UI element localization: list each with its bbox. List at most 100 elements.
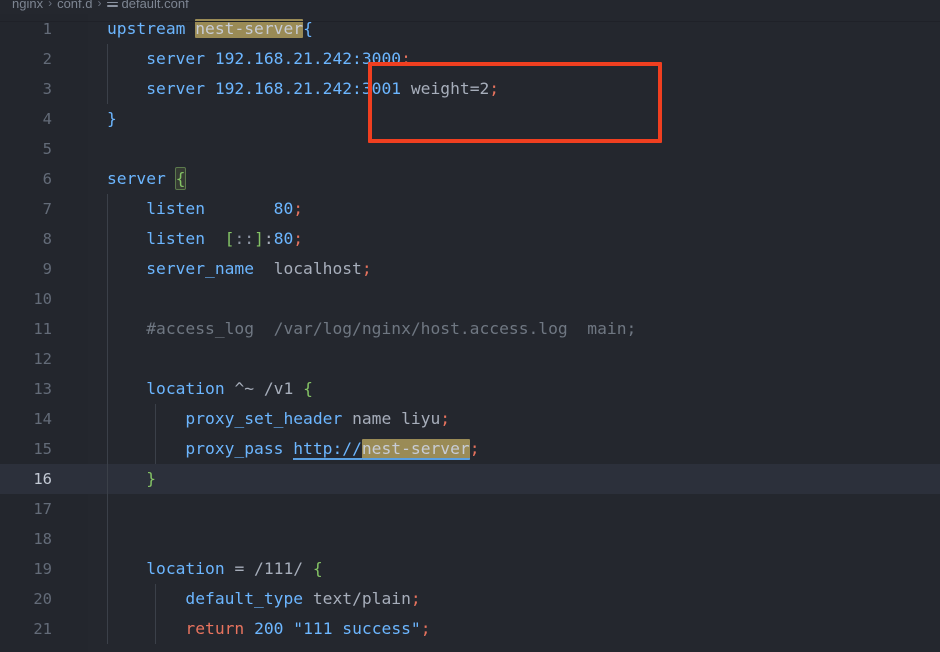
- line-number: 6: [42, 170, 52, 188]
- code-text[interactable]: server 192.168.21.242:3000;: [107, 44, 411, 74]
- line-number: 15: [33, 440, 52, 458]
- code-token: ;: [410, 589, 421, 608]
- line-number: 10: [33, 290, 52, 308]
- line-number: 12: [33, 350, 52, 368]
- code-line[interactable]: 6 server {: [0, 164, 940, 194]
- code-token: location: [107, 379, 235, 398]
- code-text[interactable]: server {: [107, 164, 187, 194]
- breadcrumb-item-nginx[interactable]: nginx: [12, 0, 43, 11]
- code-link[interactable]: http://: [293, 439, 362, 460]
- code-line[interactable]: 7 listen 80;: [0, 194, 940, 224]
- code-token: localhost: [273, 259, 362, 278]
- code-token: }: [107, 469, 157, 488]
- code-line[interactable]: 10: [0, 284, 940, 314]
- code-token: weight=2: [410, 79, 490, 98]
- line-number: 9: [42, 260, 52, 278]
- code-line[interactable]: 19 location = /111/ {: [0, 554, 940, 584]
- code-text[interactable]: }: [107, 104, 117, 134]
- code-line[interactable]: 13 location ^~ /v1 {: [0, 374, 940, 404]
- code-token: ;: [440, 409, 451, 428]
- code-token: 80: [273, 199, 294, 218]
- code-token: server 192.168.21.242:3001: [107, 79, 411, 98]
- code-token: name liyu: [352, 409, 441, 428]
- code-token: =: [234, 559, 255, 578]
- code-line[interactable]: 4}: [0, 104, 940, 134]
- breadcrumb-item-confd[interactable]: conf.d: [57, 0, 92, 11]
- code-line[interactable]: 17: [0, 494, 940, 524]
- code-text[interactable]: proxy_set_header name liyu;: [107, 404, 450, 434]
- code-line[interactable]: 2 server 192.168.21.242:3000;: [0, 44, 940, 74]
- code-line[interactable]: 18: [0, 524, 940, 554]
- code-line[interactable]: 14 proxy_set_header name liyu;: [0, 404, 940, 434]
- code-text[interactable]: location ^~ /v1 {: [107, 374, 313, 404]
- breadcrumb-divider: [0, 21, 940, 22]
- code-text[interactable]: #access_log /var/log/nginx/host.access.l…: [107, 314, 636, 344]
- code-text[interactable]: proxy_pass http://nest-server;: [107, 434, 480, 464]
- code-token: proxy_set_header: [107, 409, 353, 428]
- code-token: }: [107, 109, 117, 128]
- code-token: return: [185, 619, 245, 638]
- code-token: /111/: [254, 559, 313, 578]
- code-line[interactable]: 9 server_name localhost;: [0, 254, 940, 284]
- code-token: proxy_pass: [107, 439, 294, 458]
- code-token: listen: [107, 229, 225, 248]
- code-line[interactable]: 3 server 192.168.21.242:3001 weight=2;: [0, 74, 940, 104]
- code-token: server_name: [107, 259, 274, 278]
- indent-guide: [107, 494, 108, 524]
- code-text[interactable]: upstream nest-server{: [107, 14, 313, 44]
- line-number: 21: [33, 620, 52, 638]
- code-token: :: [263, 229, 274, 248]
- breadcrumb-separator: ›: [48, 0, 53, 10]
- line-number: 8: [42, 230, 52, 248]
- indent-guide: [107, 344, 108, 374]
- code-text[interactable]: return 200 "111 success";: [107, 614, 431, 644]
- line-number: 11: [33, 320, 52, 338]
- code-text[interactable]: listen [::]:80;: [107, 224, 303, 254]
- breadcrumb[interactable]: nginx › conf.d › default.conf: [0, 0, 940, 14]
- code-token: ::: [234, 229, 255, 248]
- code-text[interactable]: }: [107, 464, 156, 494]
- code-token: #access_log /var/log/nginx/host.access.l…: [107, 319, 637, 338]
- line-number: 4: [42, 110, 52, 128]
- code-token: ;: [293, 199, 304, 218]
- code-token: ;: [293, 229, 304, 248]
- code-line[interactable]: 5: [0, 134, 940, 164]
- code-line[interactable]: 15 proxy_pass http://nest-server;: [0, 434, 940, 464]
- code-content[interactable]: 1 upstream nest-server{2 server 192.168.2…: [0, 14, 940, 644]
- code-text[interactable]: server 192.168.21.242:3001 weight=2;: [107, 74, 499, 104]
- code-token: text/plain: [312, 589, 411, 608]
- code-line[interactable]: 8 listen [::]:80;: [0, 224, 940, 254]
- code-text[interactable]: listen 80;: [107, 194, 303, 224]
- indent-guide: [107, 524, 108, 554]
- code-line[interactable]: 16 }: [0, 464, 940, 494]
- code-link[interactable]: nest-server: [361, 439, 470, 460]
- code-token: ;: [420, 619, 431, 638]
- code-token: "111 success": [293, 619, 421, 638]
- code-text[interactable]: default_type text/plain;: [107, 584, 421, 614]
- code-line[interactable]: 11 #access_log /var/log/nginx/host.acces…: [0, 314, 940, 344]
- code-line[interactable]: 20 default_type text/plain;: [0, 584, 940, 614]
- code-text[interactable]: server_name localhost;: [107, 254, 371, 284]
- indent-guide: [107, 284, 108, 314]
- code-editor[interactable]: 1 upstream nest-server{2 server 192.168.2…: [0, 14, 940, 652]
- code-line[interactable]: 12: [0, 344, 940, 374]
- code-token: ]: [254, 229, 264, 248]
- code-token: 200: [254, 619, 284, 638]
- code-token: 80: [273, 229, 294, 248]
- code-line[interactable]: 1 upstream nest-server{: [0, 14, 940, 44]
- line-number: 17: [33, 500, 52, 518]
- line-number: 14: [33, 410, 52, 428]
- code-text[interactable]: location = /111/ {: [107, 554, 322, 584]
- code-token: {: [174, 167, 187, 190]
- line-number: 1: [42, 20, 52, 38]
- line-number: 3: [42, 80, 52, 98]
- line-number: 2: [42, 50, 52, 68]
- code-token: ;: [469, 439, 480, 458]
- code-line[interactable]: 21 return 200 "111 success";: [0, 614, 940, 644]
- line-number: 16: [33, 470, 52, 488]
- breadcrumb-item-file[interactable]: default.conf: [122, 0, 189, 11]
- code-token: ;: [489, 79, 500, 98]
- line-number: 13: [33, 380, 52, 398]
- code-token: ^~: [234, 379, 264, 398]
